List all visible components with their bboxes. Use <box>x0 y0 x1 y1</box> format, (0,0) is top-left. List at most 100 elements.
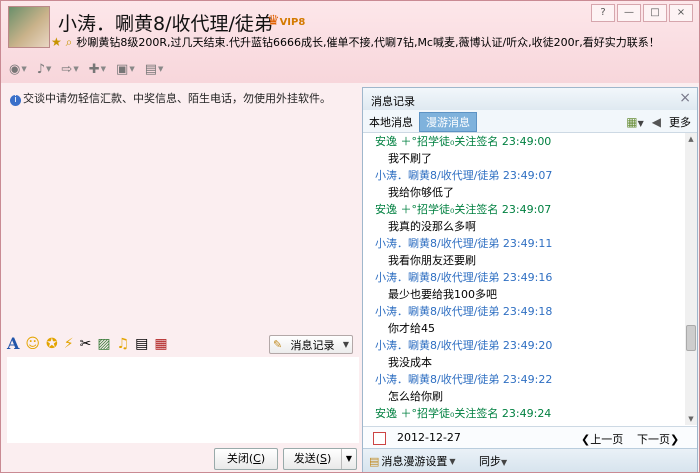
chevron-down-icon[interactable]: ▼ <box>129 65 134 73</box>
send-button[interactable]: 发送(S) ▼ <box>283 448 357 470</box>
message-text: 你才给45 <box>388 322 435 335</box>
image-icon[interactable]: ▨ <box>97 335 110 353</box>
calendar-icon[interactable] <box>373 432 386 445</box>
chevron-down-icon[interactable]: ▼ <box>158 65 163 73</box>
more-button[interactable]: 更多 <box>669 114 691 130</box>
history-message-list[interactable]: 安逸 ＋°招学徒₀关注签名 23:49:00 我不刷了 小涛．唰黄8/收代理/徒弟 … <box>363 133 685 425</box>
vip-level: VIP8 <box>279 17 306 28</box>
message-sender: 小涛．唰黄8/收代理/徒弟 <box>375 169 500 182</box>
chat-window: 小涛．唰黄8/收代理/徒弟 ♛VIP8 ? — □ × ★ ⌕ 秒唰黄钻8级200… <box>0 0 700 473</box>
message-time: 23:49:16 <box>502 271 553 284</box>
history-scrollbar[interactable]: ▲ ▼ <box>685 133 697 425</box>
shake-window-icon[interactable]: ⚡ <box>64 335 74 353</box>
chevron-right-icon: ❯ <box>670 433 680 446</box>
message-time: 23:49:22 <box>502 373 553 386</box>
tab-local-messages[interactable]: 本地消息 <box>369 114 413 130</box>
vip-badge[interactable]: ♛VIP8 <box>267 13 305 29</box>
window-controls: ? — □ × <box>591 4 693 22</box>
prev-page-button[interactable]: ❮上一页 <box>581 431 623 447</box>
sync-button[interactable]: 同步▼ <box>479 453 507 469</box>
list-item: 小涛．唰黄8/收代理/徒弟 23:49:16 最少也要给我100多吧 <box>363 269 685 303</box>
prev-page-label: 上一页 <box>590 433 624 446</box>
history-tools: ▦▼ ◀ 更多 <box>626 114 691 130</box>
maximize-button[interactable]: □ <box>643 4 667 22</box>
chevron-down-icon: ▼ <box>449 456 456 466</box>
help-button[interactable]: ? <box>591 4 615 22</box>
message-header: 安逸 ＋°招学徒₀关注签名 23:49:07 <box>375 201 685 218</box>
send-label: 发送( <box>293 452 320 465</box>
chevron-down-icon[interactable]: ▼ <box>21 65 26 73</box>
list-item: 安逸 ＋°招学徒₀关注签名 23:49:00 我不刷了 <box>363 133 685 167</box>
chevron-down-icon[interactable]: ▼ <box>73 65 78 73</box>
send-file-icon: ⇨ <box>61 61 73 77</box>
message-header: 小涛．唰黄8/收代理/徒弟 23:49:11 <box>375 235 685 252</box>
history-icon: ✎ <box>273 338 283 351</box>
history-footer: ▤ 消息漫游设置 ▼ 同步▼ <box>363 448 697 472</box>
history-date-bar: 2012-12-27 ❮上一页 下一页❯ <box>363 426 697 449</box>
avatar[interactable] <box>8 6 50 48</box>
remote-desktop-button[interactable]: ▣ ▼ <box>114 59 137 79</box>
screenshot-icon[interactable]: ✂ <box>80 335 92 353</box>
message-sender: 小涛．唰黄8/收代理/徒弟 <box>375 339 500 352</box>
next-page-button[interactable]: 下一页❯ <box>637 431 679 447</box>
chevron-down-icon[interactable]: ▼ <box>101 65 106 73</box>
message-text: 我给你够低了 <box>388 186 454 199</box>
security-notice: i 交谈中请勿轻信汇款、中奖信息、陌生电话，勿使用外挂软件。 <box>10 90 331 106</box>
emoticon-icon[interactable]: ☺ <box>25 335 40 353</box>
screen-capture-icon[interactable]: ▤ <box>135 335 148 353</box>
message-time: 23:49:07 <box>502 169 553 182</box>
magic-emoticon-icon[interactable]: ✪ <box>46 335 58 353</box>
list-item: 安逸 ＋°招学徒₀关注签名 23:49:07 我真的没那么多啊 <box>363 201 685 235</box>
message-display-area[interactable] <box>7 105 359 329</box>
music-icon[interactable]: ♫ <box>117 335 130 353</box>
chevron-down-icon[interactable]: ▼ <box>46 65 51 73</box>
close-button[interactable]: 关闭(C) <box>214 448 278 470</box>
chevron-left-icon: ❮ <box>581 433 591 446</box>
close-suffix: ) <box>260 452 266 465</box>
history-tabs: 本地消息 漫游消息 ▦▼ ◀ 更多 <box>363 110 697 133</box>
webcam-icon: ◉ <box>9 61 21 77</box>
scroll-up-icon[interactable]: ▲ <box>685 133 697 145</box>
close-window-button[interactable]: × <box>669 4 693 22</box>
send-file-button[interactable]: ⇨ ▼ <box>59 59 80 79</box>
tab-roaming-messages[interactable]: 漫游消息 <box>419 112 477 132</box>
send-label-wrap[interactable]: 发送(S) <box>284 449 341 469</box>
message-time: 23:49:11 <box>502 237 553 250</box>
contact-name: 小涛．唰黄8/收代理/徒弟 <box>58 13 273 35</box>
app-button[interactable]: ▤ ▼ <box>143 59 166 79</box>
history-date[interactable]: 2012-12-27 <box>397 431 461 444</box>
message-sender: 小涛．唰黄8/收代理/徒弟 <box>375 271 500 284</box>
list-item: 小涛．唰黄8/收代理/徒弟 23:49:07 我给你够低了 <box>363 167 685 201</box>
add-friend-icon: ✚ <box>88 61 100 77</box>
message-text: 我没成本 <box>388 356 432 369</box>
status-icons: ★ ⌕ <box>51 35 72 50</box>
close-icon[interactable]: × <box>679 90 691 106</box>
message-text: 我真的没那么多啊 <box>388 220 476 233</box>
microphone-icon: ♪ <box>36 61 46 77</box>
message-history-button[interactable]: ✎ 消息记录 ▼ <box>269 335 353 354</box>
list-item: 小涛．唰黄8/收代理/徒弟 23:49:22 怎么给你刷 <box>363 371 685 405</box>
message-time: 23:49:07 <box>501 203 552 216</box>
minimize-button[interactable]: — <box>617 4 641 22</box>
microphone-button[interactable]: ♪ ▼ <box>35 59 54 79</box>
toolbox-icon[interactable]: ▦ <box>154 335 167 353</box>
message-input[interactable] <box>7 357 359 443</box>
send-options-dropdown[interactable]: ▼ <box>341 449 356 469</box>
scroll-thumb[interactable] <box>686 325 696 351</box>
crown-icon: ♛ <box>267 13 280 29</box>
close-key: C <box>253 452 261 465</box>
speaker-icon[interactable]: ◀ <box>652 115 661 129</box>
scroll-down-icon[interactable]: ▼ <box>685 413 697 425</box>
export-icon[interactable]: ▦▼ <box>626 115 644 129</box>
webcam-button[interactable]: ◉ ▼ <box>7 59 29 79</box>
window-header: 小涛．唰黄8/收代理/徒弟 ♛VIP8 ? — □ × ★ ⌕ 秒唰黄钻8级200… <box>1 1 699 83</box>
roaming-settings-button[interactable]: ▤ 消息漫游设置 ▼ <box>369 453 456 469</box>
message-text: 最少也要给我100多吧 <box>388 288 497 301</box>
send-suffix: ) <box>326 452 332 465</box>
message-text: 怎么给你刷 <box>388 390 443 403</box>
add-friend-button[interactable]: ✚ ▼ <box>87 59 108 79</box>
font-icon[interactable]: A <box>7 335 19 353</box>
search-icon[interactable]: ⌕ <box>66 35 73 49</box>
history-panel-title: 消息记录 <box>371 95 415 108</box>
star-icon[interactable]: ★ <box>51 35 62 49</box>
